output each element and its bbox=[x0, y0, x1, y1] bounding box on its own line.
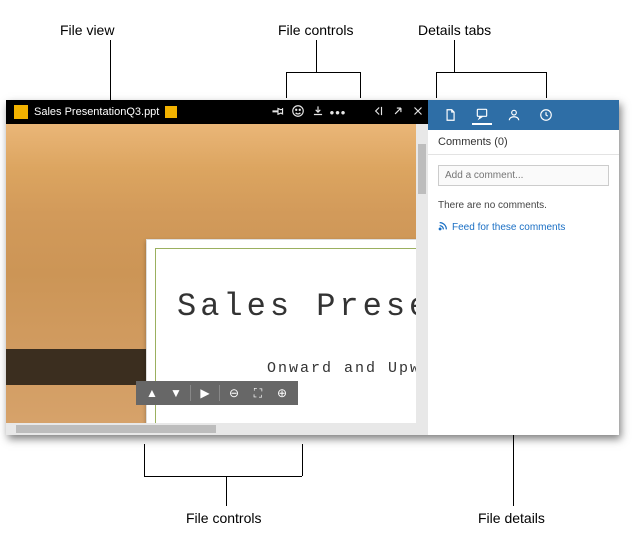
bottom-controls: ▲ ▼ ▶ ⊖ ⛶ ⊕ bbox=[136, 381, 298, 405]
annot-line bbox=[286, 72, 360, 73]
horizontal-scrollbar[interactable] bbox=[6, 423, 428, 435]
annot-file-controls-top: File controls bbox=[278, 22, 353, 38]
annot-line bbox=[546, 72, 547, 98]
slide-accent-bar bbox=[6, 349, 166, 385]
annot-line bbox=[144, 444, 145, 476]
file-tab-icon[interactable] bbox=[440, 105, 460, 125]
top-toolbar: Sales PresentationQ3.ppt ••• bbox=[6, 100, 428, 124]
zoom-in-button[interactable]: ⊕ bbox=[270, 383, 294, 403]
file-view-content[interactable]: Sales Prese Onward and Upw ▲ ▼ ▶ ⊖ ⛶ ⊕ bbox=[6, 124, 416, 423]
prev-page-button[interactable]: ▲ bbox=[140, 383, 164, 403]
annot-line bbox=[360, 72, 361, 98]
fit-button[interactable]: ⛶ bbox=[246, 383, 270, 403]
user-tab-icon[interactable] bbox=[504, 105, 524, 125]
annot-line bbox=[144, 476, 302, 477]
history-tab-icon[interactable] bbox=[536, 105, 556, 125]
comments-tab-icon[interactable] bbox=[472, 105, 492, 125]
slide-title: Sales Prese bbox=[177, 288, 416, 325]
play-button[interactable]: ▶ bbox=[193, 383, 217, 403]
zoom-out-button[interactable]: ⊖ bbox=[222, 383, 246, 403]
separator bbox=[190, 385, 191, 401]
feed-link[interactable]: Feed for these comments bbox=[428, 215, 619, 240]
feed-link-text: Feed for these comments bbox=[452, 222, 565, 233]
next-page-button[interactable]: ▼ bbox=[164, 383, 188, 403]
comments-section-header: Comments (0) bbox=[428, 130, 619, 155]
details-tabs bbox=[428, 100, 619, 130]
annot-file-details: File details bbox=[478, 510, 545, 526]
more-icon[interactable]: ••• bbox=[328, 105, 348, 120]
file-view-pane: Sales PresentationQ3.ppt ••• bbox=[6, 100, 428, 435]
annot-line bbox=[436, 72, 437, 98]
vertical-scrollbar[interactable] bbox=[416, 124, 428, 423]
rss-icon bbox=[438, 221, 448, 234]
close-icon[interactable] bbox=[408, 104, 428, 121]
collapse-icon[interactable] bbox=[368, 104, 388, 121]
separator bbox=[219, 385, 220, 401]
annot-line bbox=[226, 476, 227, 506]
no-comments-message: There are no comments. bbox=[428, 196, 619, 215]
annot-line bbox=[302, 444, 303, 476]
annot-details-tabs: Details tabs bbox=[418, 22, 491, 38]
file-title: Sales PresentationQ3.ppt bbox=[34, 106, 159, 118]
annot-line bbox=[316, 40, 317, 72]
annot-line bbox=[110, 40, 111, 100]
comment-input[interactable] bbox=[438, 165, 609, 186]
title-badge-icon bbox=[165, 106, 177, 118]
viewer-window: Sales PresentationQ3.ppt ••• bbox=[6, 100, 619, 435]
annot-line bbox=[454, 40, 455, 72]
annot-file-view: File view bbox=[60, 22, 114, 38]
file-type-icon bbox=[14, 105, 28, 119]
download-icon[interactable] bbox=[308, 104, 328, 121]
annot-line bbox=[286, 72, 287, 98]
details-pane: Comments (0) There are no comments. Feed… bbox=[428, 100, 619, 435]
annot-file-controls-bottom: File controls bbox=[186, 510, 261, 526]
emoji-icon[interactable] bbox=[288, 104, 308, 121]
annot-line bbox=[436, 72, 546, 73]
expand-icon[interactable] bbox=[388, 104, 408, 121]
pin-icon[interactable] bbox=[268, 104, 288, 121]
file-view: Sales Prese Onward and Upw ▲ ▼ ▶ ⊖ ⛶ ⊕ bbox=[6, 124, 428, 423]
slide-subtitle: Onward and Upw bbox=[267, 360, 416, 377]
